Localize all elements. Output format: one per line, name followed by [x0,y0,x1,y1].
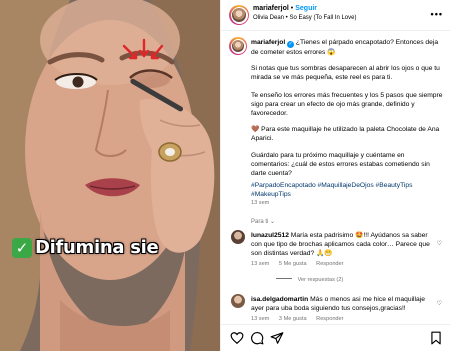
post-action-bar [221,324,450,351]
share-icon[interactable] [270,331,284,345]
post-details-panel: mariaferjol • Seguir Olivia Dean • So Easy… [220,0,450,351]
comment-username[interactable]: lunazul2512 [251,232,289,239]
caption-username[interactable]: mariaferjol [251,39,285,46]
view-replies[interactable]: Ver respuestas (2) [276,277,343,283]
comment-body: lunazul2512 María esta padrisimo 🤩!!! Ay… [251,231,433,258]
caption-timestamp[interactable]: 13 sem [251,200,269,206]
comment-reply-button[interactable]: Responder [316,261,343,267]
follow-button[interactable]: Seguir [295,5,317,12]
video-caption-text: Difumina sie [35,237,159,258]
comment-like-heart-icon[interactable]: ♡ [437,300,442,307]
comments-sort[interactable]: Para ti ⌄ [251,218,275,225]
post-header: mariaferjol • Seguir Olivia Dean • So Easy… [221,0,450,31]
caption-text-2: Si notas que tus sombras desaparecen al … [251,65,440,81]
comment-body: isa.delgadomartin Más o menos asi me hic… [251,295,433,313]
audio-track[interactable]: Olivia Dean • So Easy (To Fall In Love) [253,15,356,21]
comment-like-heart-icon[interactable]: ♡ [437,240,442,247]
caption-hashtags[interactable]: #ParpadoEncapotado #MaquillajeDeOjos #Be… [251,181,444,199]
verified-badge-icon: ✓ [287,41,295,48]
heart-icon[interactable] [230,331,244,345]
header-username[interactable]: mariaferjol [253,5,289,12]
caption-text-4: 🤎 Para este maquillaje he utilizado la p… [251,126,440,142]
reel-video[interactable]: ✓ Difumina sie [0,0,220,351]
comment-icon[interactable] [250,331,264,345]
story-ring[interactable] [229,5,249,25]
check-icon: ✓ [12,237,32,258]
comment-meta: 13 sem 5 Me gusta Responder [251,261,352,267]
caption-avatar [232,40,244,52]
header-user-line: mariaferjol • Seguir [253,5,318,12]
comment-avatar[interactable] [231,230,245,244]
caption-text-3: Te enseño los errores más frecuentes y l… [251,92,443,117]
video-frame [0,0,220,351]
caption-text-5: Guárdalo para tu próximo maquillaje y cu… [251,152,430,177]
chevron-down-icon: ⌄ [270,219,276,225]
caption-time: 13 sem [251,200,277,206]
caption-avatar-ring[interactable] [229,37,247,55]
comment-reply-button[interactable]: Responder [316,316,343,322]
avatar [232,8,246,22]
comment-likes[interactable]: 5 Me gusta [279,261,307,267]
comment-likes[interactable]: 3 Me gusta [279,316,307,322]
comments-sort-label: Para ti [251,219,269,225]
comment-time[interactable]: 13 sem [251,261,269,267]
view-replies-label: Ver respuestas (2) [297,277,344,283]
bookmark-icon[interactable] [429,331,443,345]
replies-divider [276,278,292,279]
more-options-icon[interactable]: ••• [431,9,443,19]
comment-time[interactable]: 13 sem [251,316,269,322]
caption-first-paragraph: mariaferjol ✓ ¿Tienes el párpado encapot… [251,38,444,57]
comment-username[interactable]: isa.delgadomartin [251,296,308,303]
comment-avatar[interactable] [231,294,245,308]
comment-meta: 13 sem 3 Me gusta Responder [251,316,352,322]
video-caption-overlay: ✓ Difumina sie [12,237,159,258]
